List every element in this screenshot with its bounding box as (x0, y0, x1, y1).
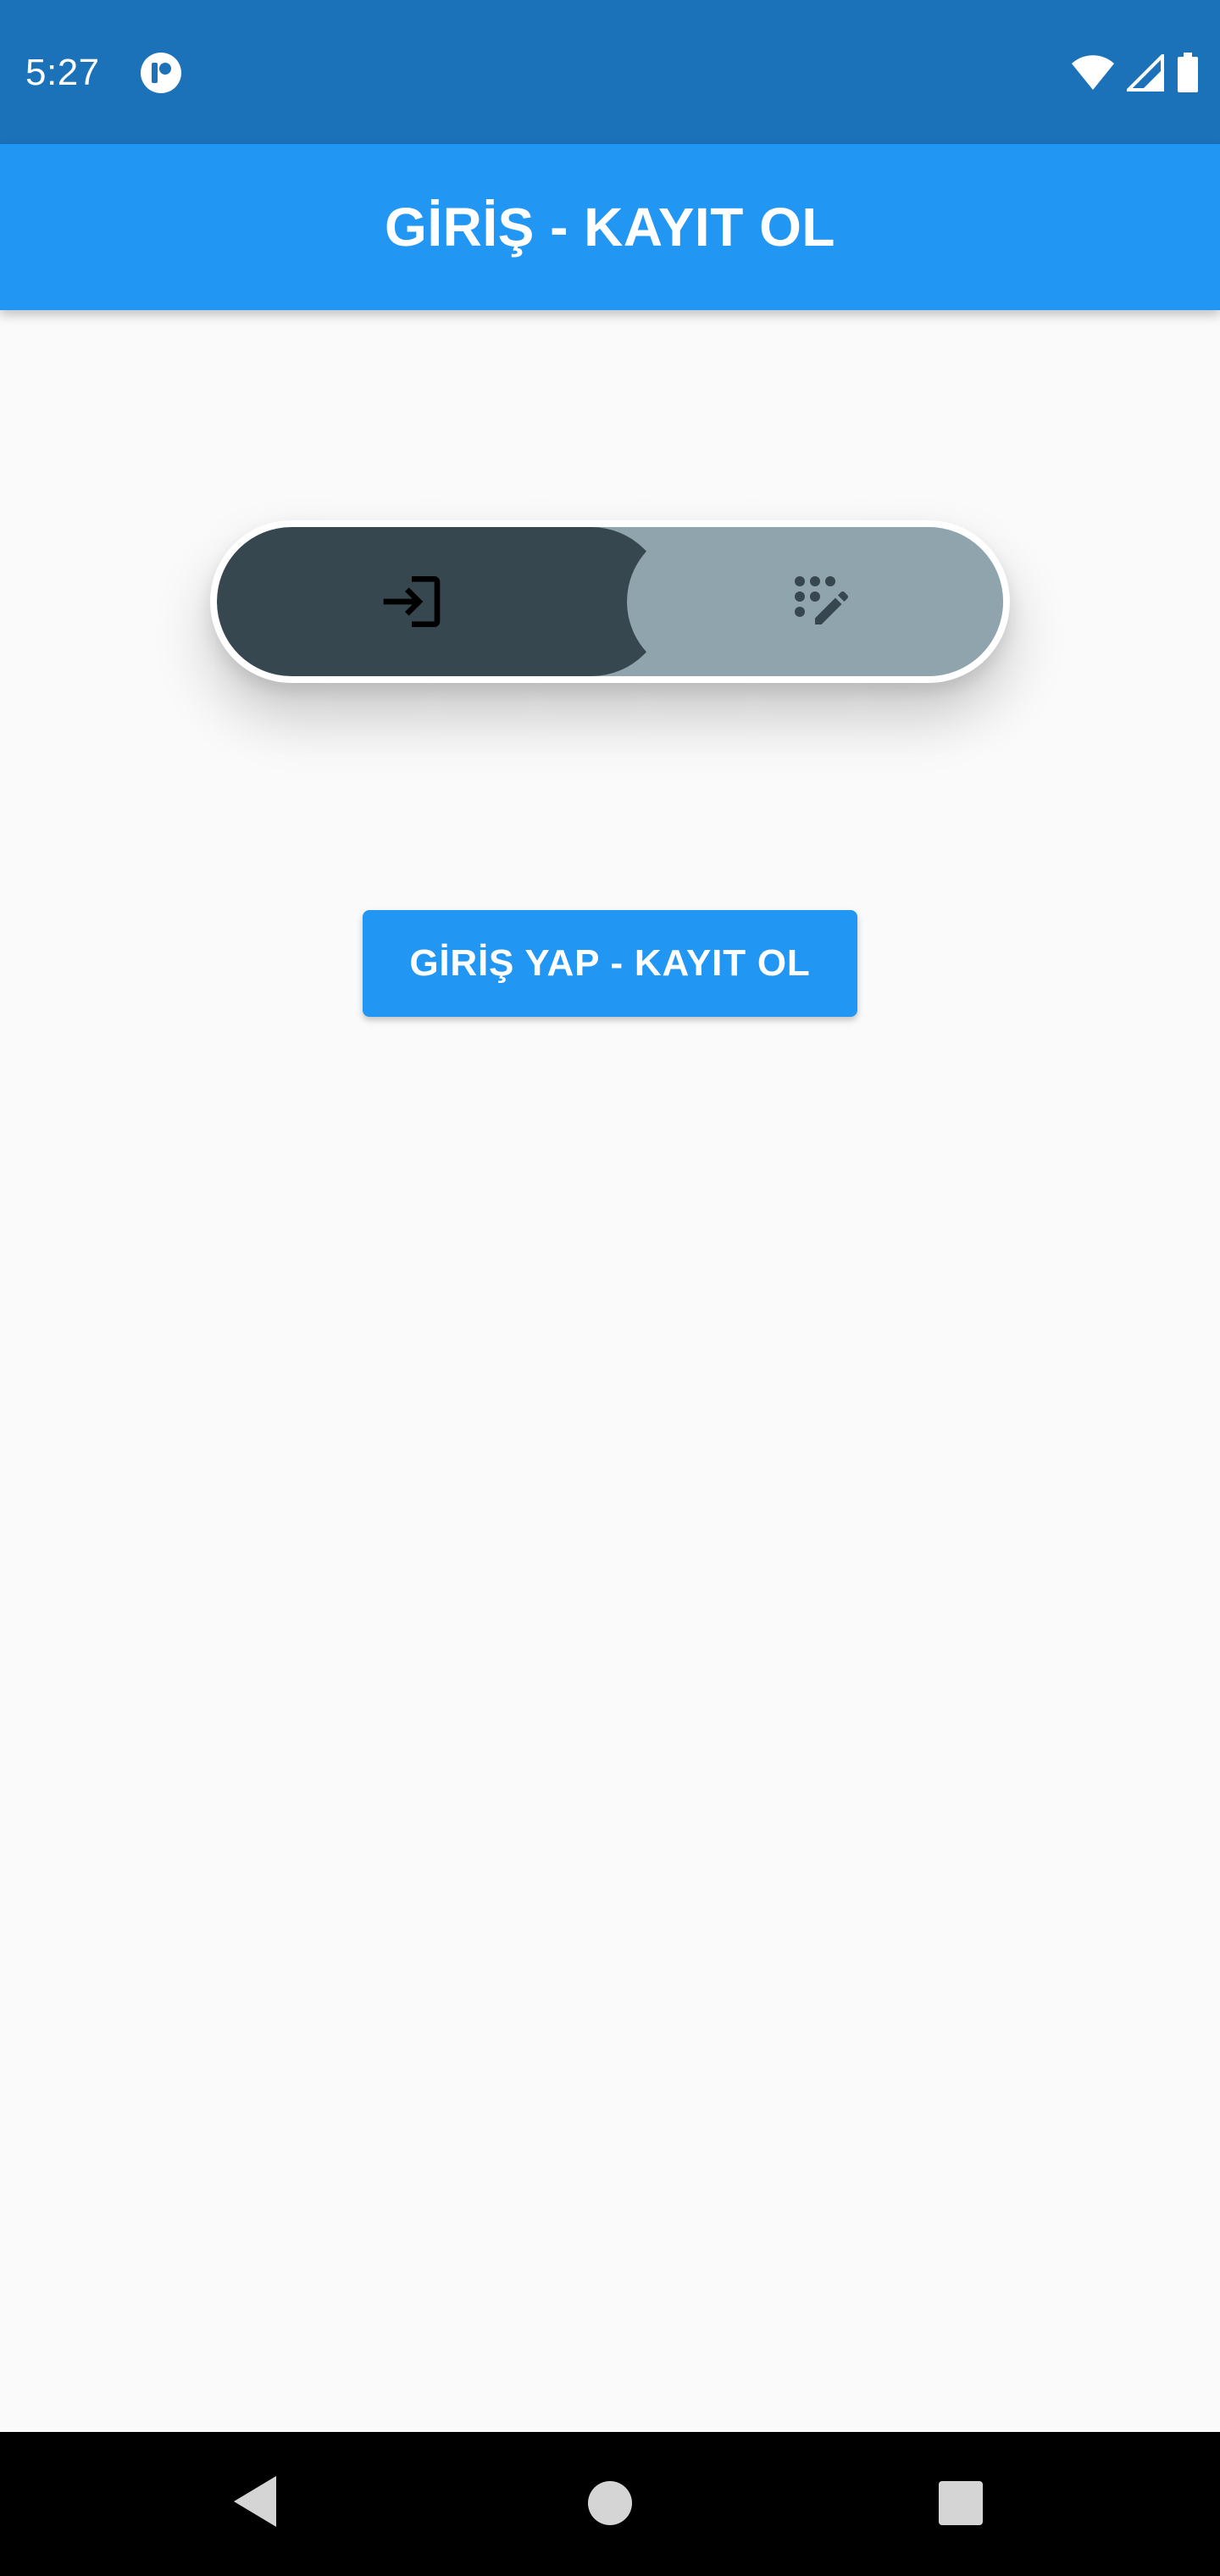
login-register-button[interactable]: GİRİŞ YAP - KAYIT OL (363, 910, 857, 1017)
recents-icon[interactable] (939, 2481, 983, 2525)
screen: 5:27 GİRİŞ - KAYIT OL GİRİŞ YAP - KAYIT … (0, 0, 1220, 2576)
status-icons (1071, 51, 1200, 95)
page-title: GİRİŞ - KAYIT OL (385, 197, 835, 258)
signal-icon (1127, 54, 1164, 92)
register-icon (795, 576, 848, 625)
status-bar: 5:27 (0, 0, 1220, 144)
notification-app-icon (141, 53, 181, 93)
app-bar: GİRİŞ - KAYIT OL (0, 144, 1220, 310)
login-register-toggle[interactable] (210, 520, 1010, 683)
battery-icon (1178, 53, 1198, 92)
status-time: 5:27 (25, 52, 100, 93)
wifi-icon (1072, 55, 1114, 90)
home-icon[interactable] (588, 2481, 632, 2525)
back-icon[interactable] (232, 2474, 278, 2529)
login-icon (383, 576, 441, 627)
navigation-bar (0, 2432, 1220, 2576)
